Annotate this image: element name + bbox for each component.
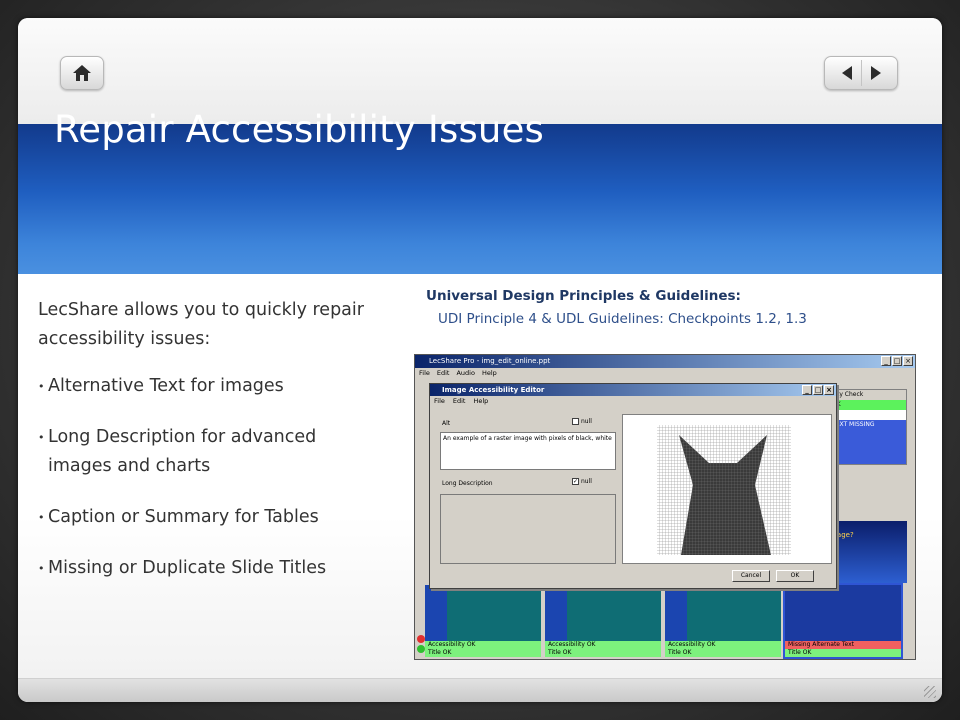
image-accessibility-dialog: Image Accessibility Editor _ □ × File Ed… xyxy=(429,383,837,589)
maximize-icon[interactable]: □ xyxy=(892,356,902,366)
intro-text: LecShare allows you to quickly repair ac… xyxy=(38,300,364,349)
thumbnail-strip: Accessibility OK Title OK Accessibility … xyxy=(425,583,907,659)
divider xyxy=(860,60,862,86)
dialog-menu-bar: File Edit Help xyxy=(430,396,836,407)
thumb-status: Title OK xyxy=(665,649,781,657)
thumb-status: Missing Alternate Text xyxy=(785,641,901,649)
status-dot-green xyxy=(417,645,425,653)
panel-row-filler xyxy=(828,430,906,464)
slide-thumbnail[interactable]: Accessibility OK Title OK xyxy=(425,585,541,657)
bullet-item: Long Description for advanced images and… xyxy=(38,423,368,481)
menu-audio[interactable]: Audio xyxy=(456,368,474,379)
thumb-status: Title OK xyxy=(545,649,661,657)
window-controls: _ □ × xyxy=(881,356,913,366)
alt-null-checkbox[interactable]: null xyxy=(572,418,592,425)
app-window-title: LecShare Pro - img_edit_online.ppt xyxy=(429,357,551,365)
alt-null-label: null xyxy=(581,418,592,425)
bullet-item: Alternative Text for images xyxy=(38,372,368,401)
alt-text-input[interactable]: An example of a raster image with pixels… xyxy=(440,432,616,470)
alt-label: Alt xyxy=(442,420,451,427)
panel-header: ility Check xyxy=(828,390,906,400)
raster-cat-image xyxy=(657,425,791,555)
dialog-title-bar: Image Accessibility Editor _ □ × xyxy=(430,384,836,396)
left-column: LecShare allows you to quickly repair ac… xyxy=(38,296,368,605)
home-icon xyxy=(73,65,91,81)
right-arrow-icon[interactable] xyxy=(868,64,884,82)
slide-thumbnail[interactable]: Accessibility OK Title OK xyxy=(545,585,661,657)
bullet-item: Caption or Summary for Tables xyxy=(38,503,368,532)
accessibility-panel: ility Check OK TEXT MISSING xyxy=(827,389,907,465)
ok-button[interactable]: OK xyxy=(776,570,814,582)
image-preview xyxy=(622,414,832,564)
udp-title: Universal Design Principles & Guidelines… xyxy=(426,288,741,304)
panel-row[interactable]: TEXT MISSING xyxy=(828,420,906,430)
status-dot-red xyxy=(417,635,425,643)
checkbox-box[interactable] xyxy=(572,418,579,425)
dialog-menu-help[interactable]: Help xyxy=(473,396,488,407)
long-description-label: Long Description xyxy=(442,480,493,487)
ld-null-checkbox[interactable]: ✓ null xyxy=(572,478,592,485)
slide-thumbnail[interactable]: Accessibility OK Title OK xyxy=(665,585,781,657)
thumb-status: Title OK xyxy=(785,649,901,657)
menu-edit[interactable]: Edit xyxy=(437,368,450,379)
close-icon[interactable]: × xyxy=(903,356,913,366)
dialog-menu-edit[interactable]: Edit xyxy=(453,396,466,407)
thumbnail-image xyxy=(665,585,781,641)
dialog-menu-file[interactable]: File xyxy=(434,396,445,407)
cancel-button[interactable]: Cancel xyxy=(732,570,770,582)
dialog-title: Image Accessibility Editor xyxy=(442,386,545,394)
long-description-input[interactable] xyxy=(440,494,616,564)
thumb-status: Accessibility OK xyxy=(665,641,781,649)
minimize-icon[interactable]: _ xyxy=(802,385,812,395)
minimize-icon[interactable]: _ xyxy=(881,356,891,366)
thumb-status: Title OK xyxy=(425,649,541,657)
app-menu-bar: File Edit Audio Help xyxy=(415,368,915,379)
status-dots xyxy=(417,635,425,655)
app-screenshot: LecShare Pro - img_edit_online.ppt _ □ ×… xyxy=(414,354,916,660)
thumb-status: Accessibility OK xyxy=(425,641,541,649)
thumb-status: Accessibility OK xyxy=(545,641,661,649)
dialog-window-controls: _ □ × xyxy=(802,385,834,395)
bullet-item: Missing or Duplicate Slide Titles xyxy=(38,554,368,583)
home-button[interactable] xyxy=(60,56,104,90)
close-icon[interactable]: × xyxy=(824,385,834,395)
thumbnail-image xyxy=(785,585,901,641)
menu-help[interactable]: Help xyxy=(482,368,497,379)
menu-file[interactable]: File xyxy=(419,368,430,379)
slide-nav xyxy=(824,56,898,90)
left-arrow-icon[interactable] xyxy=(839,64,855,82)
panel-row[interactable] xyxy=(828,410,906,420)
udp-subtitle: UDI Principle 4 & UDL Guidelines: Checkp… xyxy=(438,311,807,327)
maximize-icon[interactable]: □ xyxy=(813,385,823,395)
panel-row[interactable]: OK xyxy=(828,400,906,410)
slide-title: Repair Accessibility Issues xyxy=(54,108,545,151)
checkbox-box-checked[interactable]: ✓ xyxy=(572,478,579,485)
thumbnail-image xyxy=(545,585,661,641)
bottom-bar xyxy=(18,678,942,702)
thumbnail-image xyxy=(425,585,541,641)
slide-thumbnail-selected[interactable]: Missing Alternate Text Title OK xyxy=(783,583,903,659)
resize-grip-icon[interactable] xyxy=(924,686,936,698)
ld-null-label: null xyxy=(581,478,592,485)
app-title-bar: LecShare Pro - img_edit_online.ppt _ □ × xyxy=(415,355,915,368)
